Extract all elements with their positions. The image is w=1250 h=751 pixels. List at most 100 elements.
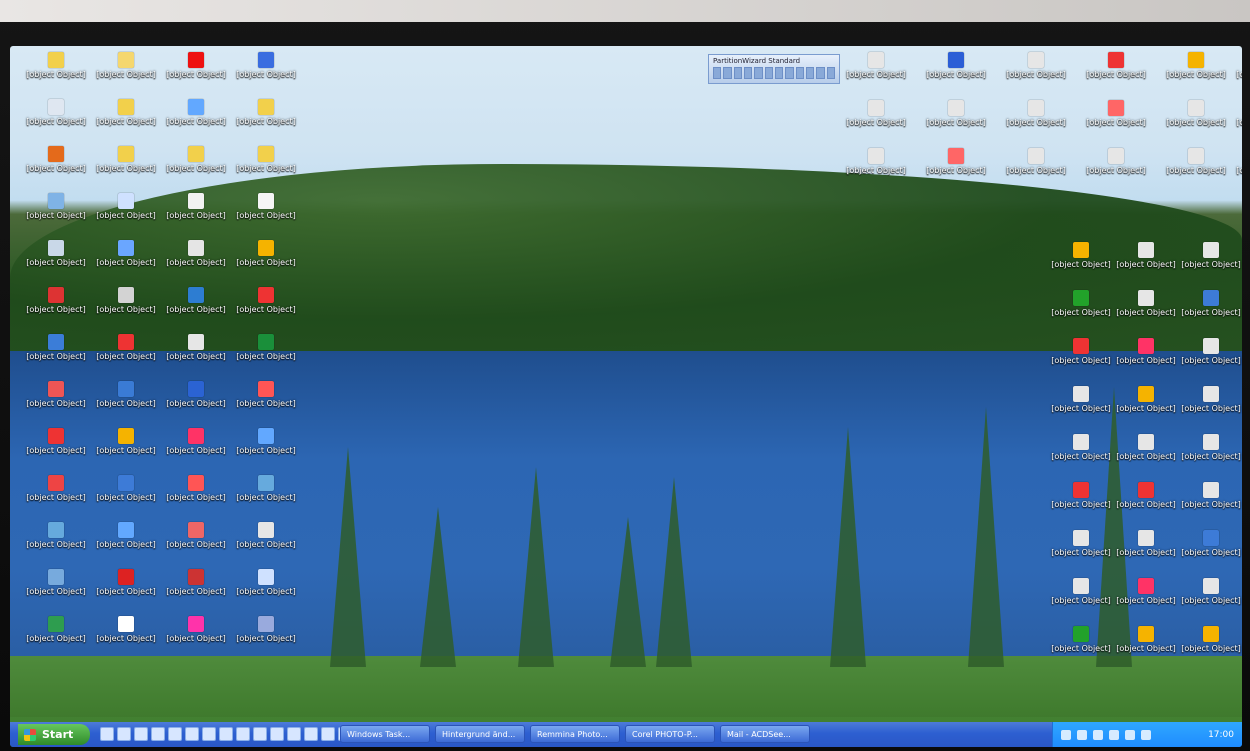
app-icon <box>1108 100 1124 116</box>
task-button[interactable]: Mail - ACDSee... <box>720 725 810 743</box>
app-icon <box>1203 530 1219 546</box>
quicklaunch-icon[interactable] <box>100 727 114 741</box>
app-icon <box>258 334 274 350</box>
app-icon <box>258 52 274 68</box>
toolbar-button[interactable] <box>713 67 722 79</box>
tray-icon[interactable] <box>1141 729 1151 740</box>
desktop-icon[interactable]: [object Object] <box>220 616 312 643</box>
quicklaunch-icon[interactable] <box>304 727 318 741</box>
desktop-icon[interactable]: [object Object] <box>1165 626 1242 653</box>
desktop-icon[interactable]: [object Object] <box>1165 530 1242 557</box>
desktop-icon[interactable]: [object Object] <box>1070 100 1162 127</box>
app-icon <box>1203 386 1219 402</box>
toolbar-button[interactable] <box>764 67 773 79</box>
desktop-icon[interactable]: [object Object] <box>1165 242 1242 269</box>
toolbar-button[interactable] <box>816 67 825 79</box>
desktop-icon[interactable]: [object Object] <box>1165 338 1242 365</box>
quicklaunch-icon[interactable] <box>287 727 301 741</box>
toolbar-button[interactable] <box>795 67 804 79</box>
desktop-icon[interactable]: [object Object] <box>1220 52 1242 79</box>
quicklaunch-icon[interactable] <box>185 727 199 741</box>
tray-icon[interactable] <box>1093 729 1103 740</box>
desktop-icon-label: [object Object] <box>846 166 906 175</box>
desktop-icon[interactable]: [object Object] <box>220 428 312 455</box>
quicklaunch-icon[interactable] <box>236 727 250 741</box>
desktop-icon-label: [object Object] <box>1181 260 1241 269</box>
app-icon <box>118 475 134 491</box>
desktop-icon-label: [object Object] <box>1181 644 1241 653</box>
desktop-icon[interactable]: [object Object] <box>220 381 312 408</box>
toolbar-button[interactable] <box>774 67 784 79</box>
desktop-icon-label: [object Object] <box>1181 548 1241 557</box>
desktop-icon[interactable]: [object Object] <box>1220 148 1242 175</box>
toolbar-button[interactable] <box>805 67 815 79</box>
quicklaunch-icon[interactable] <box>117 727 131 741</box>
desktop-icon[interactable]: [object Object] <box>1165 290 1242 317</box>
desktop-icon[interactable]: [object Object] <box>220 99 312 126</box>
toolbar-button[interactable] <box>723 67 732 79</box>
desktop-icon[interactable]: [object Object] <box>990 148 1082 175</box>
desktop-icon[interactable]: [object Object] <box>220 240 312 267</box>
desktop-icon[interactable]: [object Object] <box>1165 578 1242 605</box>
desktop-icon[interactable]: [object Object] <box>1070 52 1162 79</box>
floating-toolbar[interactable]: PartitionWizard Standard <box>708 54 840 84</box>
task-button[interactable]: Hintergrund änd... <box>435 725 525 743</box>
desktop-icon[interactable]: [object Object] <box>910 100 1002 127</box>
desktop-icon[interactable]: [object Object] <box>220 475 312 502</box>
desktop-icon[interactable]: [object Object] <box>910 52 1002 79</box>
desktop-icon[interactable]: [object Object] <box>830 100 922 127</box>
desktop-icon[interactable]: [object Object] <box>220 146 312 173</box>
desktop-icon[interactable]: [object Object] <box>830 148 922 175</box>
toolbar-button[interactable] <box>754 67 763 79</box>
task-button[interactable]: Remmina Photo... <box>530 725 620 743</box>
desktop-icon[interactable]: [object Object] <box>910 148 1002 175</box>
app-icon <box>118 146 134 162</box>
desktop-icon[interactable]: [object Object] <box>990 100 1082 127</box>
clock[interactable]: 17:00 <box>1208 730 1234 740</box>
tray-icon[interactable] <box>1077 729 1087 740</box>
desktop-icon-label: [object Object] <box>236 305 296 314</box>
quicklaunch-icon[interactable] <box>270 727 284 741</box>
desktop-icon[interactable]: [object Object] <box>220 569 312 596</box>
app-icon <box>258 146 274 162</box>
tray-icon[interactable] <box>1125 729 1135 740</box>
desktop-icon-label: [object Object] <box>236 211 296 220</box>
quicklaunch-icon[interactable] <box>321 727 335 741</box>
desktop-icon[interactable]: [object Object] <box>990 52 1082 79</box>
quicklaunch-icon[interactable] <box>168 727 182 741</box>
desktop-icon[interactable]: [object Object] <box>220 193 312 220</box>
app-icon <box>258 428 274 444</box>
desktop-icon-label: [object Object] <box>1006 70 1066 79</box>
desktop-icon[interactable]: [object Object] <box>220 522 312 549</box>
toolbar-button[interactable] <box>733 67 742 79</box>
tray-icon[interactable] <box>1109 729 1119 740</box>
app-icon <box>1188 148 1204 164</box>
quicklaunch-icon[interactable] <box>219 727 233 741</box>
desktop-icon[interactable]: [object Object] <box>1165 482 1242 509</box>
desktop-icon[interactable]: [object Object] <box>1220 100 1242 127</box>
app-icon <box>118 99 134 115</box>
app-icon <box>1073 626 1089 642</box>
desktop-screen: PartitionWizard Standard [object Object]… <box>10 46 1242 747</box>
quicklaunch-icon[interactable] <box>134 727 148 741</box>
tray-icon[interactable] <box>1061 729 1071 740</box>
app-icon <box>48 146 64 162</box>
toolbar-button[interactable] <box>785 67 794 79</box>
start-button[interactable]: Start <box>18 724 90 745</box>
task-button[interactable]: Corel PHOTO-P... <box>625 725 715 743</box>
quicklaunch-icon[interactable] <box>202 727 216 741</box>
app-icon <box>118 287 134 303</box>
task-button[interactable]: Windows Task... <box>340 725 430 743</box>
quicklaunch-icon[interactable] <box>151 727 165 741</box>
app-icon <box>188 99 204 115</box>
toolbar-button[interactable] <box>743 67 753 79</box>
quicklaunch-icon[interactable] <box>253 727 267 741</box>
desktop-icon[interactable]: [object Object] <box>220 334 312 361</box>
desktop-icon[interactable]: [object Object] <box>1070 148 1162 175</box>
desktop-icon[interactable]: [object Object] <box>220 287 312 314</box>
desktop-icon[interactable]: [object Object] <box>220 52 312 79</box>
desktop-icon[interactable]: [object Object] <box>1165 434 1242 461</box>
desktop-icon[interactable]: [object Object] <box>1165 386 1242 413</box>
desktop-icon[interactable]: [object Object] <box>830 52 922 79</box>
wallpaper-tree <box>420 507 456 667</box>
